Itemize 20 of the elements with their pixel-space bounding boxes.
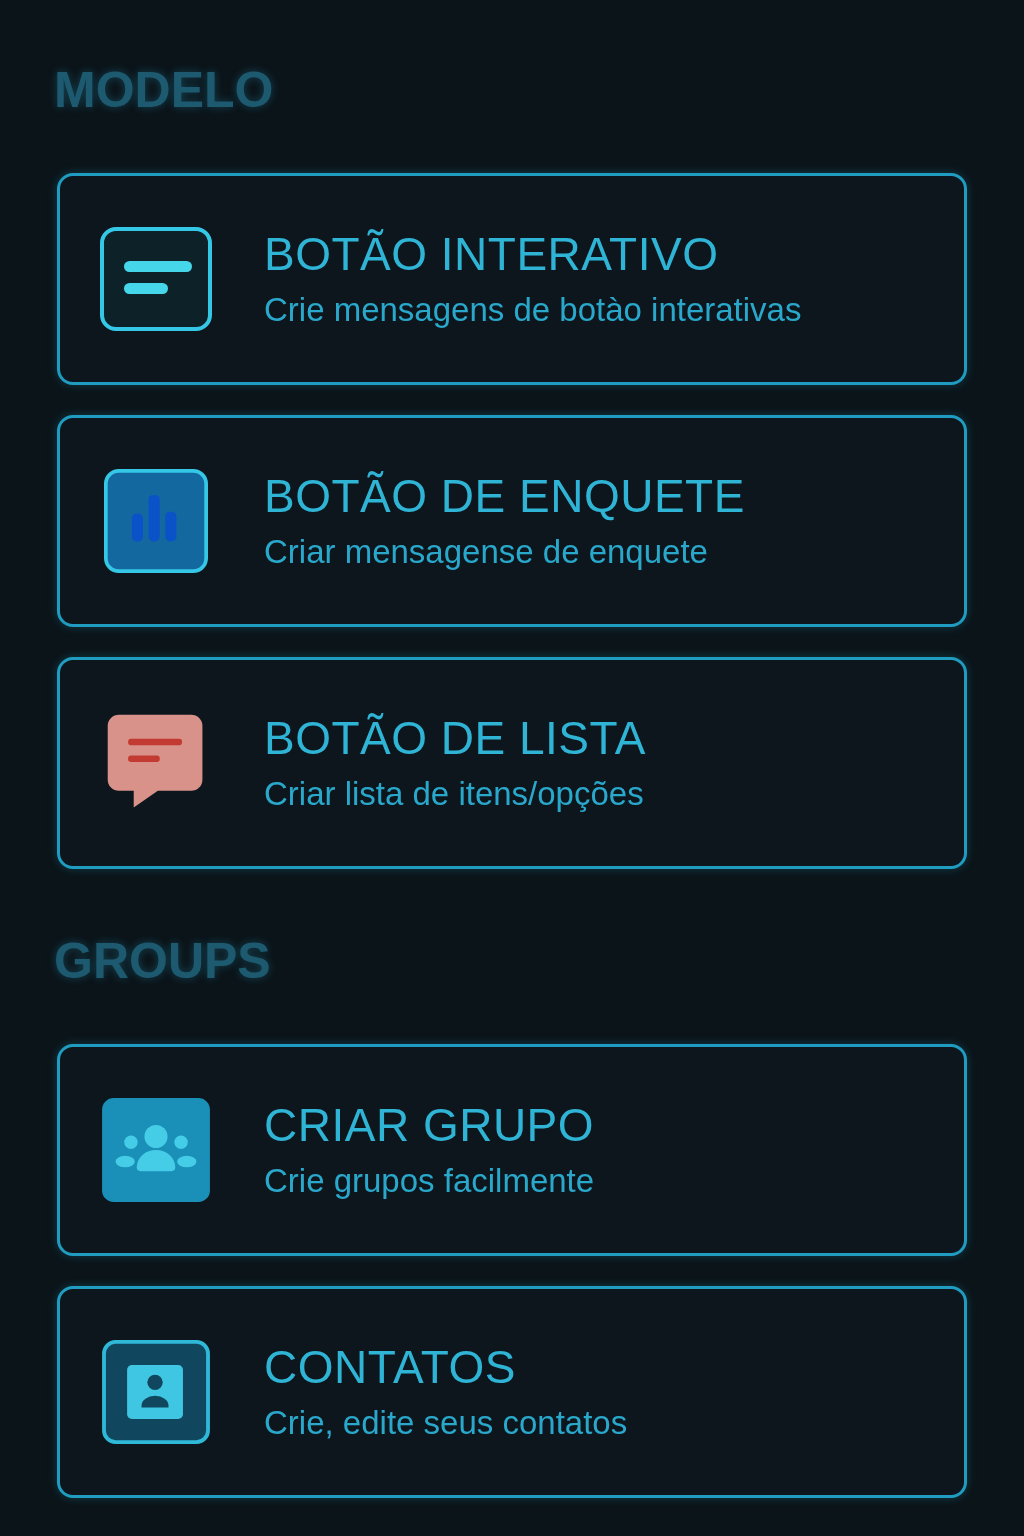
card-subtitle: Criar mensagense de enquete [264,532,709,572]
card-subtitle: Crie mensagens de botào interativas [264,290,802,330]
people-group-icon [100,1098,212,1202]
menu-card[interactable]: CRIAR GRUPO Crie grupos facilmente [57,1044,967,1256]
section-heading: MODELO [54,61,275,120]
card-subtitle: Criar lista de itens/opções [264,774,645,814]
menu-card[interactable]: BOTÃO INTERATIVO Crie mensagens de botào interativas [57,173,967,385]
text-lines-icon [100,227,212,331]
menu-card[interactable]: CONTATOS Crie, edite seus contatos [57,1286,967,1498]
card-title: BOTÃO INTERATIVO [264,228,720,280]
section-heading: GROUPS [54,932,272,991]
card-title: CRIAR GRUPO [264,1099,595,1151]
card-title: BOTÃO DE ENQUETE [264,470,745,522]
menu-card[interactable]: BOTÃO DE ENQUETE Criar mensagense de enquete [57,415,967,627]
card-subtitle: Crie grupos facilmente [264,1161,595,1201]
menu-card[interactable]: BOTÃO DE LISTA Criar lista de itens/opções [57,657,967,869]
card-subtitle: Crie, edite seus contatos [264,1403,628,1443]
contact-card-icon [100,1340,212,1444]
card-title: CONTATOS [264,1341,517,1393]
card-title: BOTÃO DE LISTA [264,712,646,764]
